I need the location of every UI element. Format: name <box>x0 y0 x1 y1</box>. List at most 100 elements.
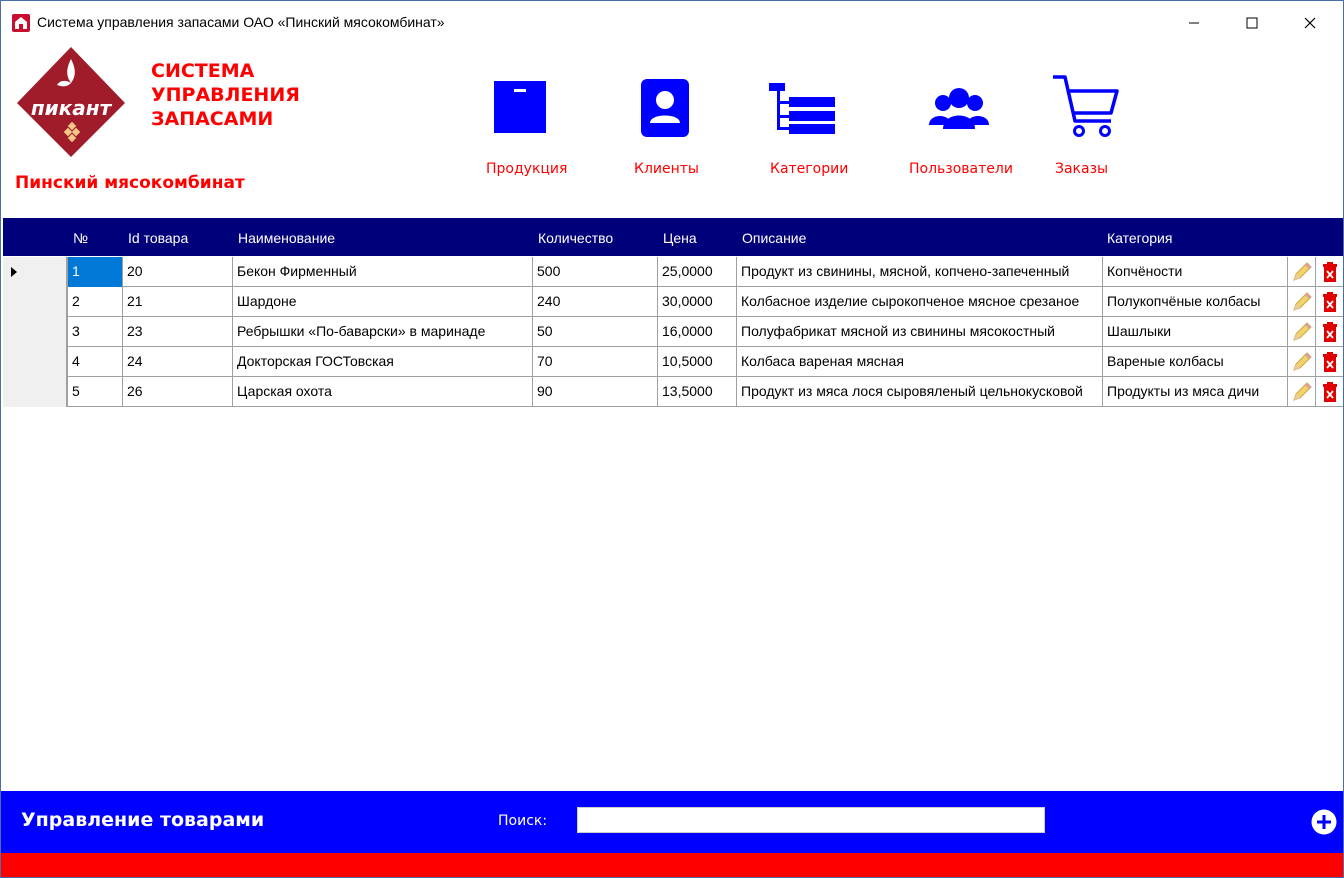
app-icon <box>12 14 30 32</box>
cell-name[interactable]: Ребрышки «По-баварски» в маринаде <box>232 317 532 347</box>
column-header-category[interactable]: Категория <box>1107 230 1172 246</box>
cell-cat[interactable]: Шашлыки <box>1102 317 1287 347</box>
cell-price[interactable]: 16,0000 <box>657 317 736 347</box>
row-header[interactable] <box>3 257 67 287</box>
delete-icon <box>1322 322 1337 342</box>
nav-users[interactable]: Пользователи <box>909 73 1013 177</box>
cell-desc[interactable]: Колбаса вареная мясная <box>736 347 1102 377</box>
delete-icon <box>1322 352 1337 372</box>
nav-label: Заказы <box>1055 161 1109 177</box>
delete-button[interactable] <box>1315 257 1343 287</box>
app-header: пикант СИСТЕМА УПРАВЛЕНИЯ ЗАПАСАМИ Пинск… <box>1 45 1343 217</box>
cell-no[interactable]: 1 <box>67 257 122 287</box>
cell-desc[interactable]: Продукт из свинины, мясной, копчено-запе… <box>736 257 1102 287</box>
cell-desc[interactable]: Продукт из мяса лося сыровяленый цельнок… <box>736 377 1102 407</box>
cell-id[interactable]: 23 <box>122 317 232 347</box>
cell-price[interactable]: 13,5000 <box>657 377 736 407</box>
delete-button[interactable] <box>1315 347 1343 377</box>
current-row-arrow-icon <box>11 267 17 277</box>
maximize-icon <box>1246 17 1258 29</box>
cell-qty[interactable]: 240 <box>532 287 657 317</box>
table-row[interactable]: 1 20 Бекон Фирменный 500 25,0000 Продукт из с… <box>3 257 1343 287</box>
cell-id[interactable]: 21 <box>122 287 232 317</box>
nav-label: Категории <box>770 161 849 177</box>
cell-desc[interactable]: Колбасное изделие сырокопченое мясное ср… <box>736 287 1102 317</box>
delete-button[interactable] <box>1315 317 1343 347</box>
nav-clients[interactable]: Клиенты <box>634 73 699 177</box>
users-icon <box>929 88 989 129</box>
close-button[interactable] <box>1281 1 1339 45</box>
cell-qty[interactable]: 90 <box>532 377 657 407</box>
row-header[interactable] <box>3 287 67 317</box>
cell-cat[interactable]: Полукопчёные колбасы <box>1102 287 1287 317</box>
cell-name[interactable]: Докторская ГОСТовская <box>232 347 532 377</box>
brand-title: СИСТЕМА УПРАВЛЕНИЯ ЗАПАСАМИ <box>151 59 300 131</box>
nav-label: Клиенты <box>634 161 699 177</box>
cell-desc[interactable]: Полуфабрикат мясной из свинины мясокостн… <box>736 317 1102 347</box>
cell-id[interactable]: 26 <box>122 377 232 407</box>
nav-categories[interactable]: Категории <box>769 73 849 177</box>
column-header-qty[interactable]: Количество <box>538 230 613 246</box>
search-input[interactable] <box>577 807 1045 833</box>
pencil-icon <box>1292 382 1312 401</box>
edit-button[interactable] <box>1287 317 1315 347</box>
row-header[interactable] <box>3 317 67 347</box>
delete-button[interactable] <box>1315 287 1343 317</box>
cell-cat[interactable]: Вареные колбасы <box>1102 347 1287 377</box>
cell-no[interactable]: 3 <box>67 317 122 347</box>
window-title: Система управления запасами ОАО «Пинский… <box>37 14 445 30</box>
nav-products[interactable]: Продукция <box>486 73 567 177</box>
cell-cat[interactable]: Продукты из мяса дичи <box>1102 377 1287 407</box>
brand-line: УПРАВЛЕНИЯ <box>151 84 300 106</box>
table-header: № Id товара Наименование Количество Цена… <box>3 218 1343 256</box>
row-header[interactable] <box>3 377 67 407</box>
column-header-desc[interactable]: Описание <box>742 230 806 246</box>
maximize-button[interactable] <box>1223 1 1281 45</box>
brand-line: ЗАПАСАМИ <box>151 108 274 130</box>
cell-price[interactable]: 25,0000 <box>657 257 736 287</box>
bottom-accent-bar <box>1 853 1343 877</box>
close-icon <box>1304 17 1316 29</box>
cell-no[interactable]: 5 <box>67 377 122 407</box>
delete-button[interactable] <box>1315 377 1343 407</box>
pencil-icon <box>1292 262 1312 281</box>
column-header-no[interactable]: № <box>73 230 88 246</box>
table-row[interactable]: 5 26 Царская охота 90 13,5000 Продукт из мяса… <box>3 377 1343 407</box>
pencil-icon <box>1292 352 1312 371</box>
svg-text:пикант: пикант <box>31 96 113 120</box>
pencil-icon <box>1292 292 1312 311</box>
footer-bar: Управление товарами Поиск: <box>1 791 1343 853</box>
cell-no[interactable]: 4 <box>67 347 122 377</box>
section-title: Управление товарами <box>21 809 265 831</box>
cell-name[interactable]: Шардоне <box>232 287 532 317</box>
cell-id[interactable]: 20 <box>122 257 232 287</box>
pencil-icon <box>1292 322 1312 341</box>
cell-price[interactable]: 30,0000 <box>657 287 736 317</box>
edit-button[interactable] <box>1287 287 1315 317</box>
cell-cat[interactable]: Копчёности <box>1102 257 1287 287</box>
cell-qty[interactable]: 70 <box>532 347 657 377</box>
column-header-name[interactable]: Наименование <box>238 230 335 246</box>
cell-name[interactable]: Царская охота <box>232 377 532 407</box>
nav-orders[interactable]: Заказы <box>1049 73 1121 177</box>
cell-qty[interactable]: 500 <box>532 257 657 287</box>
column-header-id[interactable]: Id товара <box>128 230 188 246</box>
cart-icon <box>1053 75 1119 137</box>
add-product-button[interactable] <box>1310 808 1338 836</box>
cell-price[interactable]: 10,5000 <box>657 347 736 377</box>
cell-qty[interactable]: 50 <box>532 317 657 347</box>
row-header[interactable] <box>3 347 67 377</box>
edit-button[interactable] <box>1287 257 1315 287</box>
minimize-button[interactable] <box>1165 1 1223 45</box>
cell-name[interactable]: Бекон Фирменный <box>232 257 532 287</box>
table-row[interactable]: 2 21 Шардоне 240 30,0000 Колбасное изделие сы… <box>3 287 1343 317</box>
edit-button[interactable] <box>1287 377 1315 407</box>
cell-no[interactable]: 2 <box>67 287 122 317</box>
minimize-icon <box>1189 22 1199 24</box>
column-header-price[interactable]: Цена <box>663 230 697 246</box>
cell-id[interactable]: 24 <box>122 347 232 377</box>
table-row[interactable]: 4 24 Докторская ГОСТовская 70 10,5000 Колбаса… <box>3 347 1343 377</box>
edit-button[interactable] <box>1287 347 1315 377</box>
table-row[interactable]: 3 23 Ребрышки «По-баварски» в маринаде 50 16… <box>3 317 1343 347</box>
products-table[interactable]: № Id товара Наименование Количество Цена… <box>3 218 1343 790</box>
